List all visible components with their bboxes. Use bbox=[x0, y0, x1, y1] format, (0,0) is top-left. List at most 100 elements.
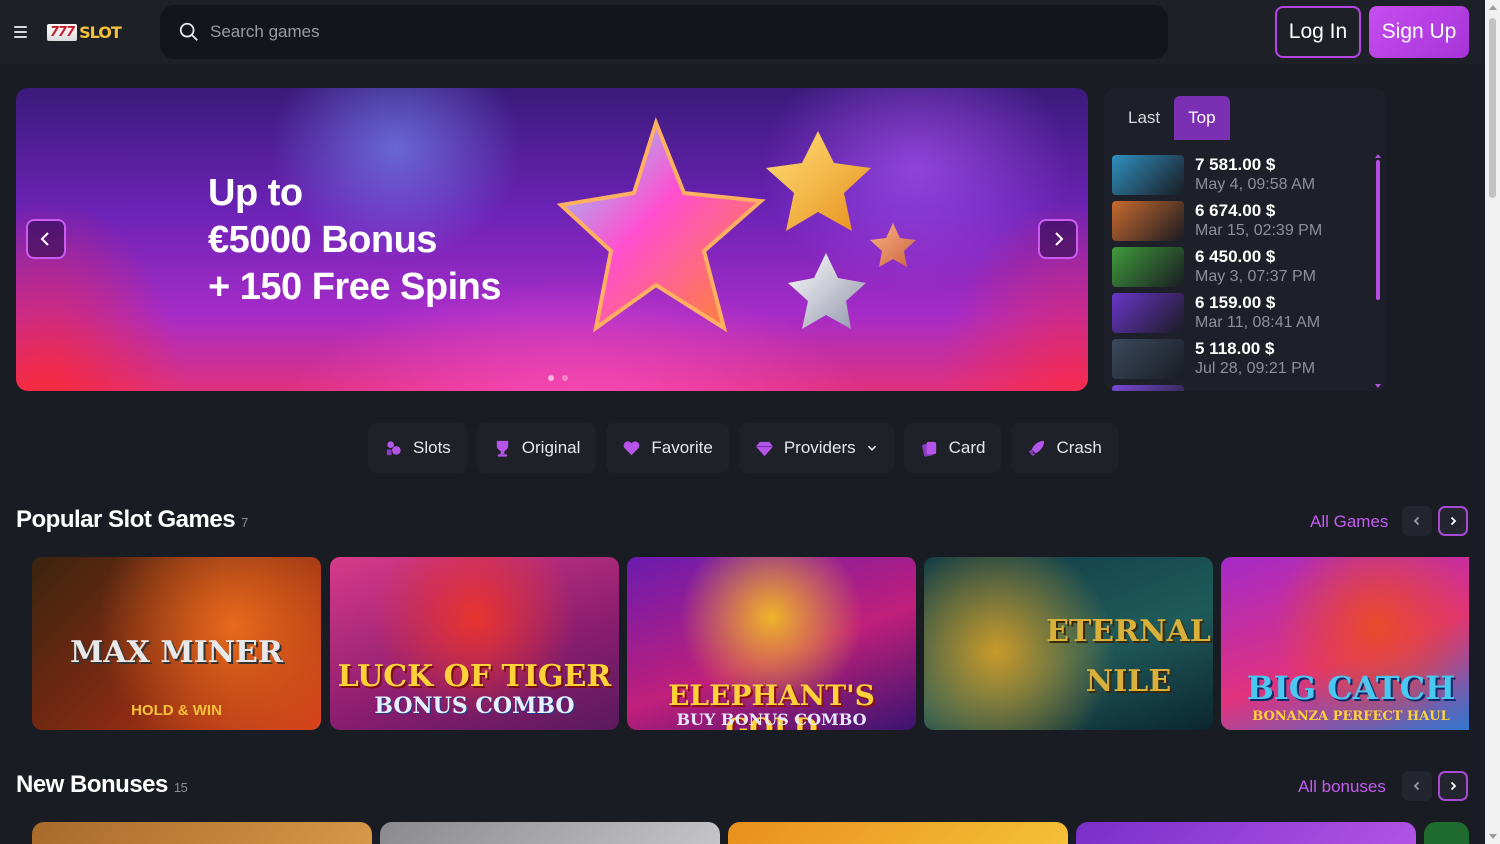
winner-text: 5 118.00 $ Jul 28, 09:21 PM bbox=[1195, 339, 1315, 379]
winner-game-thumbnail bbox=[1112, 339, 1184, 379]
winner-game-thumbnail bbox=[1112, 293, 1184, 333]
chevron-right-icon bbox=[1450, 781, 1457, 791]
tab-top[interactable]: Top bbox=[1174, 96, 1230, 140]
winner-amount: 6 159.00 $ bbox=[1195, 293, 1276, 312]
search-icon bbox=[179, 22, 198, 41]
scroll-up-icon[interactable] bbox=[1489, 5, 1497, 10]
winner-amount: 7 581.00 $ bbox=[1195, 155, 1276, 174]
winners-panel: Last Top 7 581.00 $ May 4, 09:58 AM 6 674.… bbox=[1104, 88, 1386, 391]
winner-text: 6 674.00 $ Mar 15, 02:39 PM bbox=[1195, 201, 1322, 241]
winner-date: Mar 15, 02:39 PM bbox=[1195, 222, 1323, 239]
category-label: Crash bbox=[1056, 438, 1102, 457]
winner-date: May 4, 09:58 AM bbox=[1195, 176, 1316, 193]
game-card[interactable]: ETERNAL NILE bbox=[924, 557, 1213, 730]
chevron-right-icon bbox=[1055, 232, 1064, 246]
all-games-link[interactable]: All Games bbox=[1310, 512, 1388, 532]
bonuses-carousel bbox=[32, 822, 1469, 844]
category-favorite[interactable]: Favorite bbox=[606, 423, 729, 473]
stars-illustration bbox=[556, 117, 916, 333]
site-logo[interactable]: 777 SLOT bbox=[47, 22, 122, 42]
chevron-right-icon bbox=[1450, 516, 1457, 526]
game-subtitle: BUY BONUS COMBO bbox=[676, 710, 867, 729]
winners-scroll-down-icon[interactable] bbox=[1375, 384, 1381, 388]
banner-title: Up to €5000 Bonus + 150 Free Spins bbox=[208, 170, 502, 311]
bonus-card[interactable] bbox=[380, 822, 720, 844]
tab-last[interactable]: Last bbox=[1114, 96, 1174, 140]
signup-button[interactable]: Sign Up bbox=[1369, 6, 1469, 58]
winner-row[interactable]: 6 674.00 $ Mar 15, 02:39 PM bbox=[1112, 198, 1368, 244]
popular-count: 7 bbox=[241, 515, 248, 530]
banner-next-button[interactable] bbox=[1038, 219, 1078, 259]
bonuses-next-button[interactable] bbox=[1438, 771, 1468, 801]
winner-amount: 6 674.00 $ bbox=[1195, 201, 1276, 220]
game-card[interactable]: ELEPHANT'S GOLD BUY BONUS COMBO bbox=[627, 557, 916, 730]
bonus-card[interactable] bbox=[1076, 822, 1416, 844]
winners-scroll-up-icon[interactable] bbox=[1375, 154, 1381, 158]
category-label: Favorite bbox=[651, 438, 713, 457]
game-card[interactable]: LUCK OF TIGER BONUS COMBO bbox=[330, 557, 619, 730]
bonuses-section-title: New Bonuses 15 bbox=[16, 771, 188, 799]
chevron-down-icon bbox=[867, 445, 876, 451]
bonus-card[interactable] bbox=[1424, 822, 1469, 844]
hamburger-menu-icon[interactable] bbox=[14, 22, 34, 42]
category-nav: Slots Original Favorite Providers Card C… bbox=[368, 423, 1118, 473]
winner-game-thumbnail bbox=[1112, 201, 1184, 241]
banner-line-3: + 150 Free Spins bbox=[208, 266, 502, 308]
bonuses-count: 15 bbox=[173, 780, 188, 795]
winners-list: 7 581.00 $ May 4, 09:58 AM 6 674.00 $ Mar 1… bbox=[1112, 152, 1368, 391]
category-label: Slots bbox=[413, 438, 451, 457]
banner-dot[interactable] bbox=[562, 375, 568, 381]
winner-row[interactable]: 7 581.00 $ May 4, 09:58 AM bbox=[1112, 152, 1368, 198]
popular-prev-button[interactable] bbox=[1402, 506, 1432, 536]
search-input[interactable] bbox=[210, 22, 1110, 42]
category-slots[interactable]: Slots bbox=[368, 423, 467, 473]
bonuses-title: New Bonuses bbox=[16, 771, 168, 798]
category-label: Providers bbox=[783, 438, 856, 457]
popular-title: Popular Slot Games bbox=[16, 506, 236, 533]
winners-scrollbar[interactable] bbox=[1376, 160, 1380, 300]
chevron-left-icon bbox=[1413, 516, 1420, 526]
all-bonuses-link[interactable]: All bonuses bbox=[1298, 777, 1386, 797]
popular-next-button[interactable] bbox=[1438, 506, 1468, 536]
popular-section-title: Popular Slot Games 7 bbox=[16, 506, 248, 534]
winner-date: Mar 11, 08:41 AM bbox=[1195, 314, 1321, 331]
winners-tabs: Last Top bbox=[1114, 96, 1230, 140]
banner-dot[interactable] bbox=[548, 375, 554, 381]
category-label: Original bbox=[521, 438, 581, 457]
banner-prev-button[interactable] bbox=[26, 219, 66, 259]
page-scrollbar[interactable] bbox=[1485, 0, 1500, 844]
winner-row[interactable]: 6 159.00 $ Mar 11, 08:41 AM bbox=[1112, 290, 1368, 336]
category-crash[interactable]: Crash bbox=[1011, 423, 1118, 473]
game-card[interactable]: BIG CATCH BONANZA PERFECT HAUL bbox=[1221, 557, 1469, 730]
game-title: ETERNAL NILE bbox=[1046, 614, 1211, 699]
diamond-icon bbox=[755, 441, 773, 456]
login-button[interactable]: Log In bbox=[1275, 6, 1361, 58]
scroll-down-icon[interactable] bbox=[1489, 834, 1497, 839]
banner-line-1: Up to bbox=[208, 172, 303, 214]
category-providers[interactable]: Providers bbox=[738, 423, 894, 473]
winner-amount: 5 118.00 $ bbox=[1195, 339, 1275, 358]
game-subtitle: HOLD & WIN bbox=[131, 702, 222, 719]
scrollbar-thumb[interactable] bbox=[1489, 18, 1496, 198]
chevron-left-icon bbox=[1413, 781, 1420, 791]
game-card[interactable]: MAX MINER HOLD & WIN bbox=[32, 557, 321, 730]
bonus-card[interactable] bbox=[728, 822, 1068, 844]
category-original[interactable]: Original bbox=[476, 423, 597, 473]
promo-banner[interactable]: Up to €5000 Bonus + 150 Free Spins bbox=[16, 88, 1088, 391]
bonuses-prev-button[interactable] bbox=[1402, 771, 1432, 801]
logo-text: SLOT bbox=[79, 22, 122, 42]
rocket-icon bbox=[1029, 440, 1045, 456]
search-bar[interactable] bbox=[160, 5, 1168, 59]
winner-amount: 6 450.00 $ bbox=[1195, 247, 1276, 266]
winner-date: Jul 28, 09:21 PM bbox=[1195, 360, 1316, 377]
cards-icon bbox=[921, 441, 936, 457]
banner-line-2: €5000 Bonus bbox=[208, 219, 437, 261]
winner-text: 7 581.00 $ May 4, 09:58 AM bbox=[1195, 155, 1315, 195]
category-card[interactable]: Card bbox=[903, 423, 1002, 473]
bonus-card[interactable] bbox=[32, 822, 372, 844]
winner-row[interactable]: 6 450.00 $ May 3, 07:37 PM bbox=[1112, 244, 1368, 290]
heart-icon bbox=[624, 440, 640, 455]
winner-game-thumbnail bbox=[1112, 247, 1184, 287]
winner-row[interactable]: 3 808.00 $ bbox=[1112, 382, 1368, 391]
winner-row[interactable]: 5 118.00 $ Jul 28, 09:21 PM bbox=[1112, 336, 1368, 382]
